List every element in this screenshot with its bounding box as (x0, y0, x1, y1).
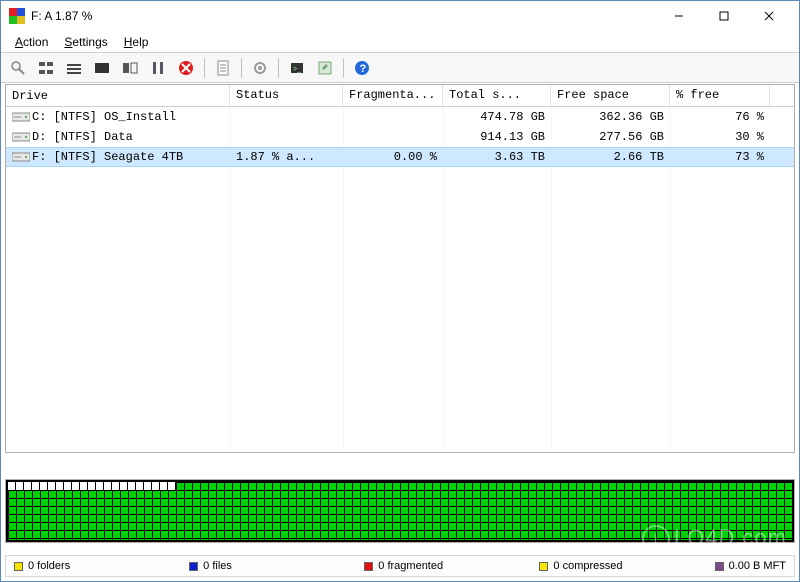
maximize-button[interactable] (701, 1, 746, 31)
separator (278, 58, 279, 78)
full-optimize-icon[interactable] (61, 56, 87, 80)
legend-compressed: 0 compressed (539, 560, 714, 572)
mft-band (8, 482, 176, 490)
col-free-space[interactable]: Free space (551, 85, 670, 106)
cell-total: 3.63 TB (443, 148, 551, 166)
options-icon[interactable] (247, 56, 273, 80)
table-body: C: [NTFS] OS_Install 474.78 GB362.36 GB76… (6, 107, 794, 452)
app-icon (9, 8, 25, 24)
cell-fragmentation (343, 115, 443, 119)
table-row[interactable]: D: [NTFS] Data 914.13 GB277.56 GB30 % (6, 127, 794, 147)
col-total-space[interactable]: Total s... (443, 85, 551, 106)
defrag-icon[interactable] (117, 56, 143, 80)
legend-fragmented-label: 0 fragmented (378, 560, 443, 572)
drive-icon (12, 151, 28, 163)
cell-pfree: 30 % (670, 128, 770, 146)
legend-fragmented: 0 fragmented (364, 560, 539, 572)
cell-status (230, 115, 343, 119)
help-icon[interactable]: ? (349, 56, 375, 80)
cell-drive: D: [NTFS] Data (32, 130, 133, 144)
analyze-icon[interactable] (5, 56, 31, 80)
drive-icon (12, 131, 28, 143)
legend-bar: 0 folders 0 files 0 fragmented 0 compres… (5, 555, 795, 577)
legend-folders-label: 0 folders (28, 560, 70, 572)
fragmented-swatch (364, 562, 373, 571)
toolbar: >_ ? (1, 53, 799, 83)
window-controls (656, 1, 791, 31)
menubar: Action Settings Help (1, 31, 799, 53)
cell-drive: C: [NTFS] OS_Install (32, 110, 176, 124)
col-status[interactable]: Status (230, 85, 343, 106)
mft-swatch (715, 562, 724, 571)
repair-icon[interactable] (312, 56, 338, 80)
col-percent-free[interactable]: % free (670, 85, 770, 106)
files-swatch (189, 562, 198, 571)
legend-mft: 0.00 B MFT (715, 560, 786, 572)
table-row[interactable]: F: [NTFS] Seagate 4TB 1.87 % a...0.00 %3.… (6, 147, 794, 167)
cell-fragmentation (343, 135, 443, 139)
legend-files-label: 0 files (203, 560, 232, 572)
cell-total: 914.13 GB (443, 128, 551, 146)
folders-swatch (14, 562, 23, 571)
legend-files: 0 files (189, 560, 364, 572)
optimize-mft-icon[interactable] (89, 56, 115, 80)
close-button[interactable] (746, 1, 791, 31)
cell-fragmentation: 0.00 % (343, 148, 443, 166)
drive-icon (12, 111, 28, 123)
table-header: Drive Status Fragmenta... Total s... Fre… (6, 85, 794, 107)
legend-folders: 0 folders (14, 560, 189, 572)
minimize-button[interactable] (656, 1, 701, 31)
pause-icon[interactable] (145, 56, 171, 80)
menu-help[interactable]: Help (116, 33, 157, 51)
cluster-grid (8, 482, 792, 540)
svg-text:?: ? (360, 63, 367, 75)
script-icon[interactable]: >_ (284, 56, 310, 80)
cell-drive: F: [NTFS] Seagate 4TB (32, 150, 183, 164)
cell-free: 2.66 TB (551, 148, 670, 166)
separator (204, 58, 205, 78)
separator (343, 58, 344, 78)
menu-action[interactable]: Action (7, 33, 56, 51)
separator (241, 58, 242, 78)
cell-pfree: 76 % (670, 108, 770, 126)
drive-table: Drive Status Fragmenta... Total s... Fre… (5, 84, 795, 453)
compressed-swatch (539, 562, 548, 571)
cell-pfree: 73 % (670, 148, 770, 166)
menu-settings[interactable]: Settings (56, 33, 115, 51)
titlebar: F: A 1.87 % (1, 1, 799, 31)
col-drive[interactable]: Drive (6, 85, 230, 106)
legend-mft-label: 0.00 B MFT (729, 560, 786, 572)
cell-free: 277.56 GB (551, 128, 670, 146)
stop-icon[interactable] (173, 56, 199, 80)
cell-status (230, 135, 343, 139)
legend-compressed-label: 0 compressed (553, 560, 622, 572)
svg-text:>_: >_ (293, 66, 301, 73)
cell-free: 362.36 GB (551, 108, 670, 126)
table-row[interactable]: C: [NTFS] OS_Install 474.78 GB362.36 GB76… (6, 107, 794, 127)
cell-total: 474.78 GB (443, 108, 551, 126)
window-title: F: A 1.87 % (31, 9, 92, 23)
quick-optimize-icon[interactable] (33, 56, 59, 80)
col-fragmentation[interactable]: Fragmenta... (343, 85, 443, 106)
report-icon[interactable] (210, 56, 236, 80)
cell-status: 1.87 % a... (230, 148, 343, 166)
cluster-map[interactable] (5, 479, 795, 543)
